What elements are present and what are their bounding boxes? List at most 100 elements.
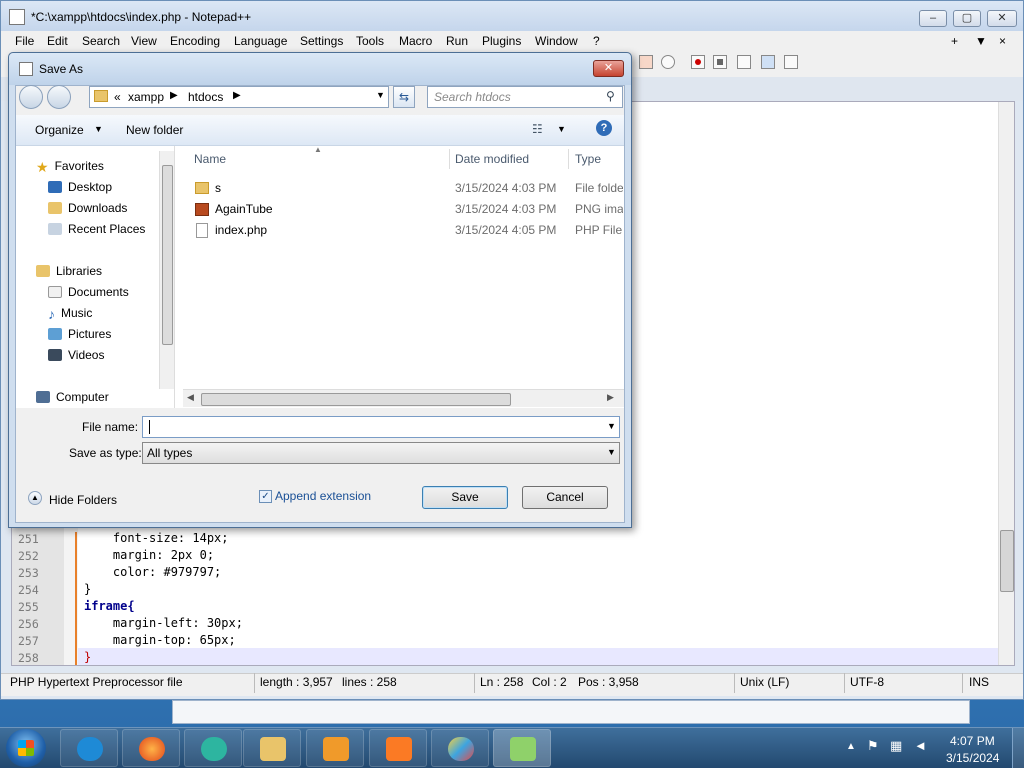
new-folder-button[interactable]: New folder [126, 123, 183, 137]
nav-computer[interactable]: Computer [36, 390, 109, 404]
scrollbar-thumb[interactable] [162, 165, 173, 345]
menu-settings[interactable]: Settings [300, 34, 343, 48]
menu-close-doc-icon[interactable]: × [999, 34, 1006, 48]
clock-time[interactable]: 4:07 PM [950, 734, 995, 748]
minimize-button[interactable]: – [919, 10, 947, 27]
file-row[interactable]: index.php 3/15/2024 4:05 PM PHP File [195, 223, 623, 241]
volume-muted-icon[interactable]: ◄ [914, 738, 927, 753]
menu-edit[interactable]: Edit [47, 34, 68, 48]
chevron-right-icon[interactable]: ▶ [170, 90, 178, 101]
nav-recent-places[interactable]: Recent Places [48, 222, 145, 236]
menu-window[interactable]: Window [535, 34, 578, 48]
view-options-icon[interactable]: ☷ [532, 122, 543, 136]
scroll-right-icon[interactable]: ▶ [607, 392, 614, 403]
code-line[interactable]: } [84, 650, 91, 664]
search-icon[interactable]: ⚲ [606, 89, 615, 103]
forward-button[interactable] [47, 85, 71, 109]
taskbar-xampp[interactable] [369, 729, 427, 767]
chevron-down-icon[interactable]: ▼ [376, 90, 385, 100]
chevron-down-icon[interactable]: ▼ [607, 447, 616, 457]
taskbar-media-player[interactable] [306, 729, 364, 767]
nav-favorites[interactable]: ★ Favorites [36, 159, 104, 175]
breadcrumb-htdocs[interactable]: htdocs [188, 90, 223, 104]
organize-button[interactable]: Organize [35, 123, 84, 137]
column-divider[interactable] [568, 149, 569, 169]
taskbar-notepadpp[interactable] [493, 729, 551, 767]
taskbar-internet-explorer[interactable] [60, 729, 118, 767]
column-date-modified[interactable]: Date modified [455, 152, 529, 166]
code-line[interactable]: margin-left: 30px; [84, 616, 243, 630]
column-name[interactable]: Name [194, 152, 226, 166]
menu-run[interactable]: Run [446, 34, 468, 48]
dialog-close-button[interactable]: ✕ [593, 60, 624, 77]
menu-view[interactable]: View [131, 34, 157, 48]
nav-scrollbar[interactable] [159, 151, 174, 389]
breadcrumb-overflow[interactable]: « [114, 90, 121, 104]
chevron-down-icon[interactable]: ▼ [94, 124, 103, 134]
taskbar-app[interactable] [184, 729, 242, 767]
nav-libraries[interactable]: Libraries [36, 264, 102, 278]
maximize-button[interactable]: ▢ [953, 10, 981, 27]
clock-date[interactable]: 3/15/2024 [946, 751, 999, 765]
column-type[interactable]: Type [575, 152, 601, 166]
save-macro-icon[interactable] [784, 55, 798, 69]
file-row[interactable]: AgainTube 3/15/2024 4:03 PM PNG imag [195, 202, 623, 220]
append-extension-label[interactable]: Append extension [275, 489, 371, 503]
menu-dropdown-icon[interactable]: ▼ [975, 34, 987, 48]
nav-music[interactable]: ♪ Music [48, 306, 92, 322]
editor-vertical-scrollbar[interactable] [998, 102, 1014, 665]
help-icon[interactable]: ? [596, 120, 612, 136]
code-line[interactable]: margin-top: 65px; [84, 633, 236, 647]
refresh-icon[interactable]: ⇆ [393, 86, 415, 108]
menu-file[interactable]: File [15, 34, 34, 48]
code-line[interactable]: } [84, 582, 91, 596]
save-button[interactable]: Save [422, 486, 508, 509]
file-list-horizontal-scrollbar[interactable]: ◀ ▶ [183, 389, 624, 407]
back-button[interactable] [19, 85, 43, 109]
chevron-up-icon[interactable]: ▲ [28, 491, 42, 505]
nav-documents[interactable]: Documents [48, 285, 129, 299]
chevron-down-icon[interactable]: ▼ [557, 124, 566, 134]
resize-grip[interactable] [615, 513, 625, 523]
scrollbar-thumb[interactable] [201, 393, 511, 406]
menu-language[interactable]: Language [234, 34, 287, 48]
play-macro-icon[interactable] [737, 55, 751, 69]
chevron-right-icon[interactable]: ▶ [233, 90, 241, 101]
dialog-titlebar[interactable]: Save As ✕ [9, 53, 631, 85]
column-divider[interactable] [449, 149, 450, 169]
scrollbar-thumb[interactable] [1000, 530, 1014, 592]
nav-downloads[interactable]: Downloads [48, 201, 127, 215]
nav-videos[interactable]: Videos [48, 348, 104, 362]
toolbar-icon[interactable] [639, 55, 653, 69]
show-hidden-icons[interactable]: ▲ [846, 741, 856, 752]
notepadpp-titlebar[interactable]: *C:\xampp\htdocs\index.php - Notepad++ –… [1, 1, 1023, 31]
file-row[interactable]: s 3/15/2024 4:03 PM File folder [195, 181, 623, 199]
append-extension-checkbox[interactable]: ✓ [259, 490, 272, 503]
menu-search[interactable]: Search [82, 34, 120, 48]
chevron-down-icon[interactable]: ▼ [607, 421, 616, 431]
nav-desktop[interactable]: Desktop [48, 180, 112, 194]
save-as-type-select[interactable]: All types ▼ [142, 442, 620, 464]
stop-macro-icon[interactable] [713, 55, 727, 69]
code-line[interactable]: color: #979797; [84, 565, 221, 579]
nav-pictures[interactable]: Pictures [48, 327, 111, 341]
search-box[interactable]: Search htdocs ⚲ [427, 86, 623, 108]
cancel-button[interactable]: Cancel [522, 486, 608, 509]
record-macro-icon[interactable] [691, 55, 705, 69]
menu-plugins[interactable]: Plugins [482, 34, 521, 48]
eye-icon[interactable] [661, 55, 675, 69]
menu-encoding[interactable]: Encoding [170, 34, 220, 48]
scroll-left-icon[interactable]: ◀ [187, 392, 194, 403]
taskbar-paint[interactable] [431, 729, 489, 767]
address-bar[interactable]: « xampp ▶ htdocs ▶ ▼ [89, 86, 389, 108]
taskbar-firefox[interactable] [122, 729, 180, 767]
menu-help[interactable]: ? [593, 34, 600, 48]
show-desktop-button[interactable] [1012, 728, 1024, 768]
code-line[interactable]: iframe{ [84, 599, 135, 613]
code-line[interactable]: font-size: 14px; [84, 531, 229, 545]
menu-tools[interactable]: Tools [356, 34, 384, 48]
start-button[interactable] [6, 729, 46, 767]
breadcrumb-xampp[interactable]: xampp [128, 90, 164, 104]
code-line[interactable]: margin: 2px 0; [84, 548, 214, 562]
menu-add-icon[interactable]: + [951, 34, 958, 48]
